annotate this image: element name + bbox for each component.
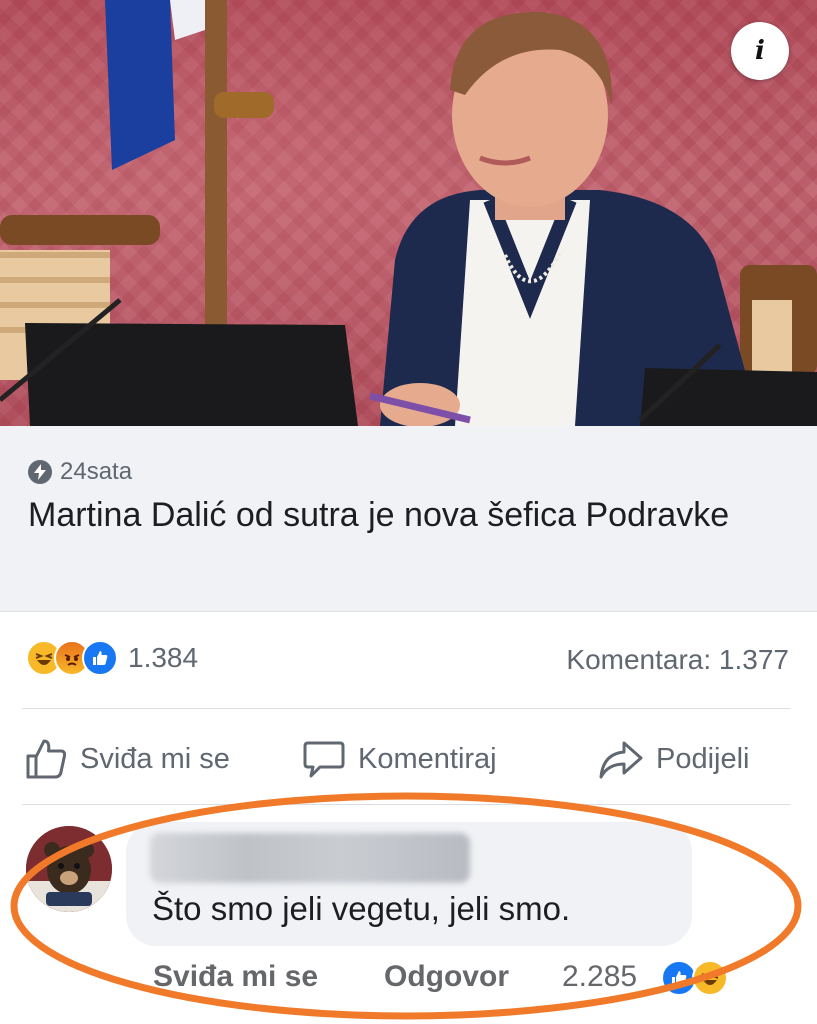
like-button[interactable]: Sviđa mi se <box>24 734 230 784</box>
article-photo[interactable]: i <box>0 0 817 426</box>
info-button[interactable]: i <box>731 22 789 80</box>
reaction-count: 1.384 <box>128 642 199 673</box>
thumbs-up-icon <box>26 739 67 779</box>
share-arrow-icon <box>599 741 643 779</box>
like-label: Sviđa mi se <box>80 742 230 775</box>
article-headline[interactable]: Martina Dalić od sutra je nova šefica Po… <box>28 492 748 538</box>
reaction-summary[interactable]: 1.384 <box>26 640 198 676</box>
comment-text: Što smo jeli vegetu, jeli smo. <box>152 890 571 927</box>
link-source: 24sata <box>28 458 132 486</box>
source-name: 24sata <box>60 458 133 485</box>
comment-button[interactable]: Komentiraj <box>302 734 497 784</box>
comments-count[interactable]: Komentara: 1.377 <box>566 644 789 676</box>
haha-reaction-icon <box>692 960 728 996</box>
commenter-avatar[interactable] <box>26 826 112 912</box>
divider <box>22 804 790 805</box>
comment-reply-link[interactable]: Odgovor <box>384 960 509 994</box>
comment-reaction-count[interactable]: 2.285 <box>562 960 637 994</box>
speech-bubble-icon <box>303 741 345 778</box>
divider <box>22 708 790 709</box>
comment-like-link[interactable]: Sviđa mi se <box>153 960 318 994</box>
share-button[interactable]: Podijeli <box>598 734 750 784</box>
redacted-commenter-name <box>150 833 470 883</box>
share-label: Podijeli <box>656 742 750 775</box>
info-icon: i <box>755 36 765 66</box>
lightning-icon <box>28 460 52 484</box>
photo-illustration <box>0 0 817 426</box>
comment-label: Komentiraj <box>358 742 497 775</box>
like-reaction-icon <box>82 640 118 676</box>
